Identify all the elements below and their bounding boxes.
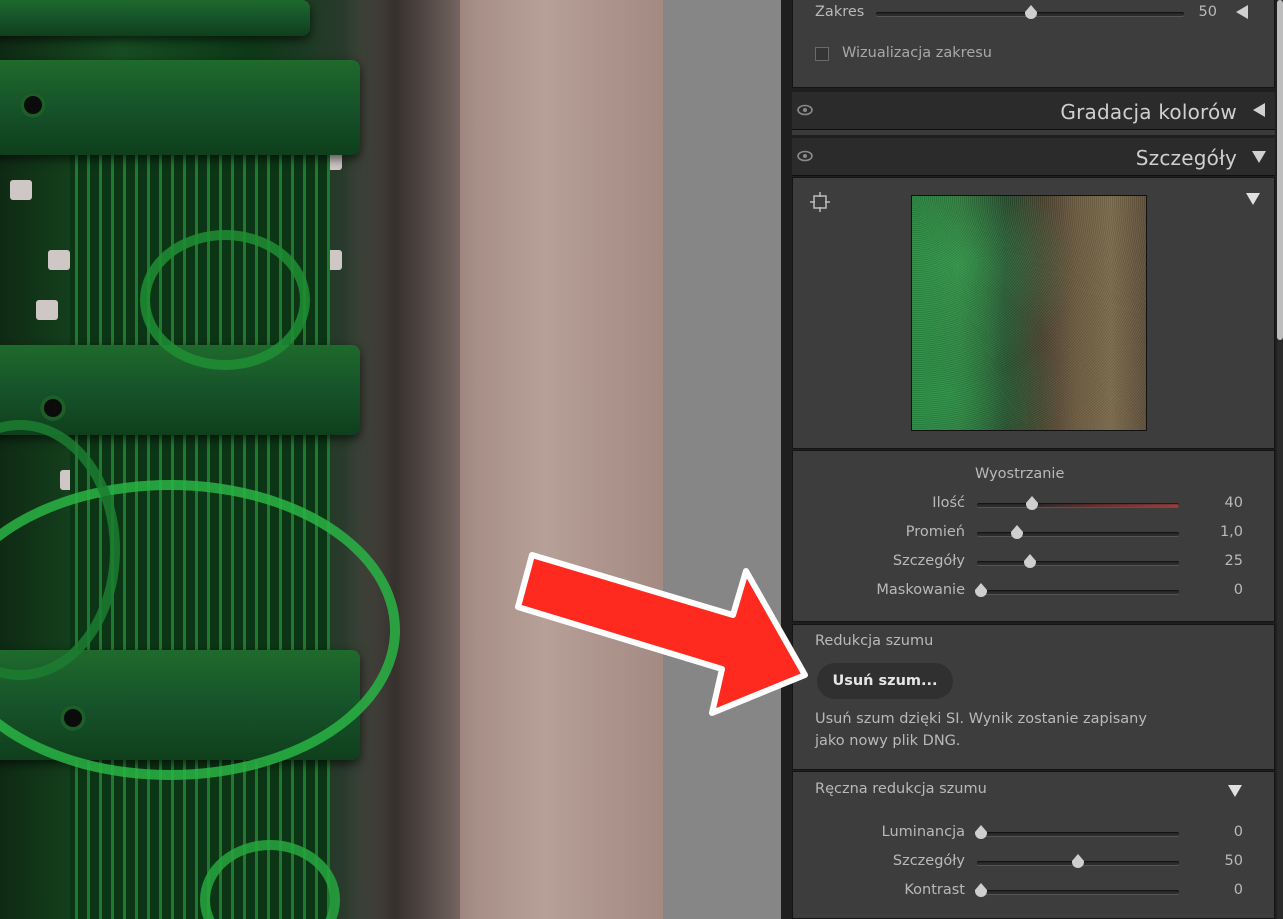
- detail-preview-section: [792, 177, 1275, 449]
- triangle-down-icon[interactable]: [1246, 193, 1260, 205]
- triangle-down-icon[interactable]: [1228, 785, 1242, 797]
- slider-track[interactable]: [977, 561, 1179, 565]
- slider-track[interactable]: [977, 890, 1179, 894]
- photo-preview: [0, 0, 663, 919]
- slider-value[interactable]: 25: [1203, 553, 1243, 569]
- slider-handle[interactable]: [975, 883, 988, 897]
- remove-noise-button[interactable]: Usuń szum...: [817, 663, 953, 699]
- slider-label: Maskowanie: [876, 582, 965, 598]
- slider-handle[interactable]: [1023, 554, 1036, 568]
- panel-scrollbar-thumb[interactable]: [1277, 0, 1283, 340]
- slider-label: Ilość: [932, 495, 965, 511]
- photo-hex: [36, 300, 58, 320]
- triangle-left-icon[interactable]: [1236, 5, 1248, 19]
- section-divider: [792, 130, 1275, 135]
- photo-hex: [48, 250, 70, 270]
- canvas-background: [663, 0, 781, 919]
- slider-track[interactable]: [977, 503, 1179, 507]
- slider-value[interactable]: 0: [1203, 824, 1243, 840]
- develop-panel: Zakres 50 Wizualizacja zakresu Gradacja …: [781, 0, 1283, 919]
- triangle-down-icon[interactable]: [1252, 151, 1266, 163]
- sharpening-heading: Wyostrzanie: [975, 466, 1065, 482]
- panel-scrollbar[interactable]: [1277, 0, 1283, 919]
- wizualizacja-checkbox[interactable]: [815, 47, 829, 61]
- photo-hex: [10, 180, 32, 200]
- eye-icon[interactable]: [797, 150, 813, 162]
- slider-handle[interactable]: [1011, 525, 1024, 539]
- slider-handle[interactable]: [1072, 854, 1084, 868]
- slider-value[interactable]: 0: [1203, 882, 1243, 898]
- noise-description-line2: jako nowy plik DNG.: [815, 733, 961, 749]
- target-crosshair-icon[interactable]: [810, 192, 830, 212]
- photo-hole: [20, 92, 46, 118]
- photo-band: [0, 60, 360, 155]
- detail-zoom-preview[interactable]: [911, 195, 1147, 431]
- photo-wire: [140, 230, 310, 370]
- slider-handle[interactable]: [1025, 496, 1038, 510]
- header-gradacja-kolorow[interactable]: Gradacja kolorów: [792, 92, 1275, 130]
- header-title: Gradacja kolorów: [1060, 100, 1237, 124]
- slider-label: Kontrast: [904, 882, 965, 898]
- wizualizacja-label: Wizualizacja zakresu: [842, 45, 992, 61]
- slider-track[interactable]: [977, 590, 1179, 594]
- header-title: Szczegóły: [1135, 146, 1237, 170]
- manual-noise-heading: Ręczna redukcja szumu: [815, 781, 987, 797]
- slider-label: Promień: [905, 524, 965, 540]
- photo-hole: [40, 395, 66, 421]
- slider-value[interactable]: 50: [1203, 853, 1243, 869]
- slider-label: Luminancja: [881, 824, 965, 840]
- photo-blur-region: [350, 0, 460, 919]
- noise-reduction-heading: Redukcja szumu: [815, 633, 934, 649]
- slider-track[interactable]: [977, 532, 1179, 536]
- zakres-label: Zakres: [815, 4, 865, 20]
- eye-icon[interactable]: [797, 104, 813, 116]
- slider-track[interactable]: [977, 832, 1179, 836]
- slider-label: Szczegóły: [892, 553, 965, 569]
- header-szczegoly[interactable]: Szczegóły: [792, 138, 1275, 176]
- slider-handle[interactable]: [975, 583, 988, 597]
- annotation-arrow: [515, 552, 808, 716]
- slider-label: Szczegóły: [892, 853, 965, 869]
- slider-value[interactable]: 1,0: [1203, 524, 1243, 540]
- triangle-left-icon[interactable]: [1253, 103, 1265, 117]
- noise-description-line1: Usuń szum dzięki SI. Wynik zostanie zapi…: [815, 711, 1147, 727]
- zakres-value[interactable]: 50: [1177, 4, 1217, 20]
- zakres-slider-handle[interactable]: [1025, 5, 1037, 19]
- slider-handle[interactable]: [975, 825, 988, 839]
- slider-value[interactable]: 0: [1203, 582, 1243, 598]
- photo-band: [0, 0, 310, 36]
- slider-value[interactable]: 40: [1203, 495, 1243, 511]
